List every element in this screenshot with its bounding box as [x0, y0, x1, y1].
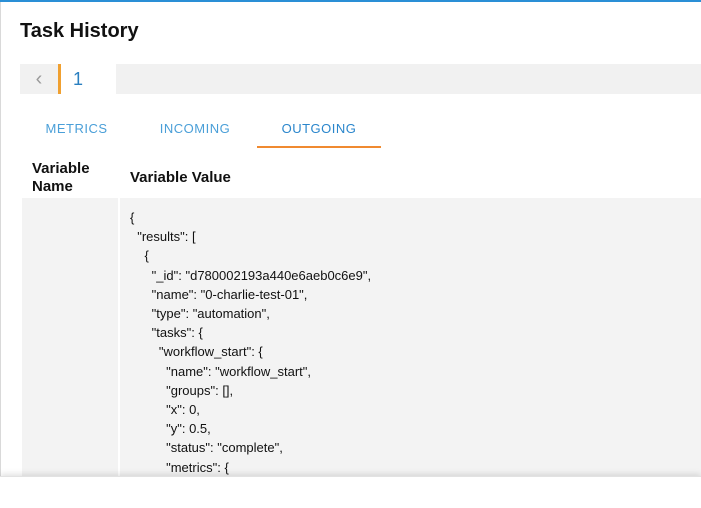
table-header: Variable Name Variable Value [20, 154, 701, 198]
tab-outgoing[interactable]: OUTGOING [257, 110, 381, 148]
footer-bar [0, 476, 701, 508]
page-1-button[interactable]: 1 [58, 64, 116, 94]
left-border [0, 2, 1, 508]
page-title: Task History [20, 20, 139, 42]
previous-page-button[interactable]: ‹ [20, 64, 58, 94]
pagination-bar: ‹ 1 [20, 64, 701, 94]
tab-metrics[interactable]: METRICS [20, 110, 133, 146]
task-history-panel: Task History ‹ 1 METRICS INCOMING OUTGOI… [0, 0, 701, 508]
tab-incoming[interactable]: INCOMING [133, 110, 257, 146]
column-divider [118, 198, 120, 478]
chevron-left-icon: ‹ [35, 67, 43, 90]
variable-value-json: { "results": [ { "_id": "d780002193a440e… [130, 210, 372, 475]
column-header-variable-name: Variable Name [32, 160, 90, 195]
column-header-variable-value: Variable Value [130, 169, 231, 186]
tab-bar: METRICS INCOMING OUTGOING [20, 110, 701, 148]
